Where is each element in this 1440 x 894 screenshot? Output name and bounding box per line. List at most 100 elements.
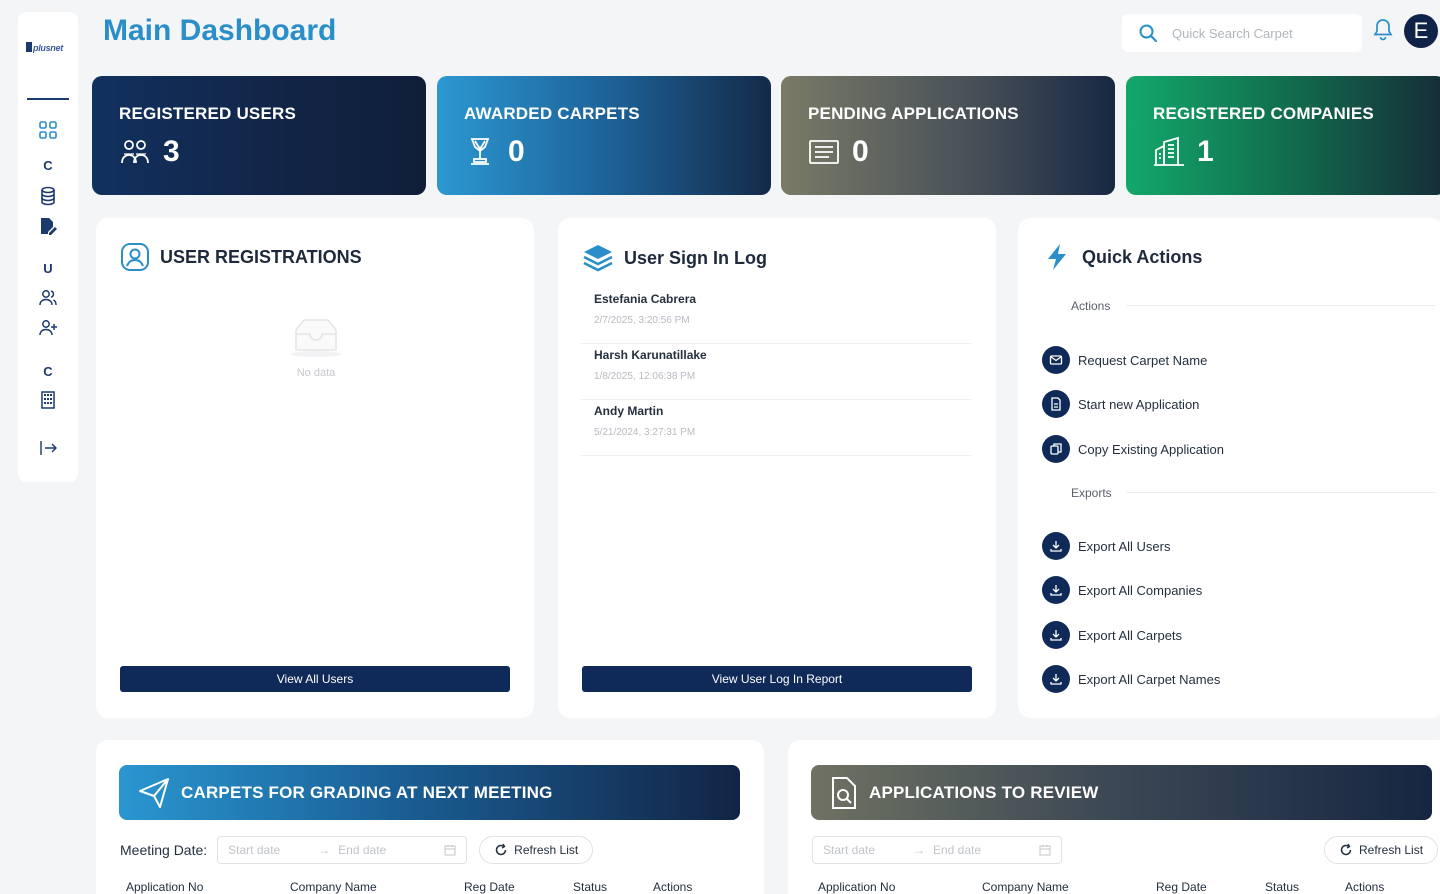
- app-logo[interactable]: plusnet: [26, 42, 63, 53]
- column-header[interactable]: Company Name: [290, 880, 377, 894]
- sidebar-item-add-user[interactable]: [18, 318, 78, 343]
- logout-icon: [40, 441, 57, 455]
- file-edit-icon: [41, 218, 57, 235]
- start-date-input[interactable]: Start date: [228, 843, 318, 857]
- sign-in-log-list: Estefania Cabrera 2/7/2025, 3:20:56 PM H…: [580, 288, 972, 456]
- filter-bar: Meeting Date: Start date → End date Refr…: [120, 836, 594, 864]
- log-user-name: Estefania Cabrera: [594, 292, 697, 306]
- export-all-users-action[interactable]: Export All Users: [1042, 532, 1170, 560]
- export-all-companies-action[interactable]: Export All Companies: [1042, 576, 1202, 604]
- column-header[interactable]: Status: [573, 880, 607, 894]
- users-icon: [39, 290, 57, 306]
- download-icon: [1042, 576, 1070, 604]
- exports-section-header: Exports: [1046, 484, 1436, 502]
- calendar-icon: [1039, 845, 1051, 856]
- date-range-picker[interactable]: Start date → End date: [217, 836, 468, 864]
- stat-value: 3: [163, 135, 180, 168]
- copy-existing-application-action[interactable]: Copy Existing Application: [1042, 435, 1224, 463]
- panel-title: USER REGISTRATIONS: [160, 246, 362, 267]
- column-header[interactable]: Company Name: [982, 880, 1069, 894]
- filter-bar: Start date → End date Refresh List: [812, 836, 1439, 864]
- document-icon: [809, 140, 839, 164]
- stat-value: 1: [1197, 135, 1214, 168]
- meeting-date-label: Meeting Date:: [120, 842, 208, 858]
- stat-card-awarded-carpets[interactable]: AWARDED CARPETS 0: [437, 76, 771, 195]
- section-label: Actions: [1071, 299, 1111, 313]
- database-icon: [41, 186, 55, 206]
- sidebar-section-letter: U: [43, 261, 53, 276]
- sidebar-section-letter: C: [43, 364, 53, 379]
- export-all-carpet-names-action[interactable]: Export All Carpet Names: [1042, 665, 1220, 693]
- stat-value: 0: [852, 135, 869, 168]
- quick-search[interactable]: [1122, 14, 1362, 52]
- start-date-input[interactable]: Start date: [823, 843, 913, 857]
- quick-actions-panel: Quick Actions Actions Request Carpet Nam…: [1018, 218, 1440, 718]
- table-header: Application No Company Name Reg Date Sta…: [126, 880, 746, 894]
- stat-label: REGISTERED COMPANIES: [1153, 104, 1374, 123]
- arrow-right-icon: →: [318, 843, 331, 857]
- bell-icon[interactable]: [1372, 17, 1394, 41]
- sidebar-item-documents[interactable]: [18, 216, 78, 241]
- search-input[interactable]: [1172, 22, 1352, 44]
- envelope-icon: [1042, 346, 1070, 374]
- view-all-users-button[interactable]: View All Users: [120, 666, 510, 692]
- sidebar-item-companies[interactable]: [18, 390, 78, 415]
- building-icon: [41, 391, 55, 409]
- view-user-log-report-button[interactable]: View User Log In Report: [582, 666, 972, 692]
- sidebar-item-users[interactable]: [18, 288, 78, 313]
- refresh-icon: [495, 843, 507, 856]
- avatar[interactable]: E: [1404, 14, 1438, 48]
- section-label: Exports: [1071, 486, 1112, 500]
- inbox-icon: [290, 319, 342, 357]
- search-icon[interactable]: [1138, 23, 1158, 43]
- download-icon: [1042, 532, 1070, 560]
- carpets-for-grading-panel: CARPETS FOR GRADING AT NEXT MEETING Meet…: [96, 740, 764, 894]
- column-header[interactable]: Application No: [126, 880, 203, 894]
- date-range-picker[interactable]: Start date → End date: [812, 836, 1062, 864]
- download-icon: [1042, 621, 1070, 649]
- sidebar-item-dashboard[interactable]: [18, 120, 78, 145]
- stat-card-registered-users[interactable]: REGISTERED USERS 3: [92, 76, 426, 195]
- column-header[interactable]: Reg Date: [464, 880, 515, 894]
- calendar-icon: [444, 845, 456, 856]
- building-icon: [1154, 136, 1184, 166]
- file-search-icon: [832, 776, 856, 809]
- column-header[interactable]: Reg Date: [1156, 880, 1207, 894]
- export-label: Export All Carpet Names: [1078, 671, 1221, 687]
- sidebar-item-database[interactable]: [18, 186, 78, 211]
- log-timestamp: 5/21/2024, 3:27:31 PM: [594, 427, 696, 438]
- action-label: Request Carpet Name: [1078, 352, 1208, 368]
- export-all-carpets-action[interactable]: Export All Carpets: [1042, 621, 1182, 649]
- list-item: Estefania Cabrera 2/7/2025, 3:20:56 PM: [580, 288, 972, 344]
- refresh-list-button[interactable]: Refresh List: [1324, 836, 1439, 864]
- end-date-input[interactable]: End date: [338, 843, 444, 857]
- start-new-application-action[interactable]: Start new Application: [1042, 390, 1199, 418]
- panel-title: User Sign In Log: [624, 247, 768, 268]
- sidebar-item-logout[interactable]: [18, 438, 78, 463]
- end-date-input[interactable]: End date: [933, 843, 1039, 857]
- send-icon: [139, 777, 169, 808]
- export-label: Export All Users: [1078, 538, 1171, 554]
- column-header[interactable]: Status: [1265, 880, 1299, 894]
- arrow-right-icon: →: [913, 843, 925, 857]
- column-header[interactable]: Actions: [653, 880, 692, 894]
- list-item: Andy Martin 5/21/2024, 3:27:31 PM: [580, 400, 972, 456]
- column-header[interactable]: Application No: [818, 880, 895, 894]
- file-add-icon: [1042, 390, 1070, 418]
- user-circle-icon: [121, 243, 149, 271]
- lightning-icon: [1048, 244, 1066, 270]
- refresh-label: Refresh List: [1359, 843, 1424, 857]
- stat-card-pending-applications[interactable]: PENDING APPLICATIONS 0: [781, 76, 1115, 195]
- stat-card-registered-companies[interactable]: REGISTERED COMPANIES 1: [1126, 76, 1440, 195]
- refresh-list-button[interactable]: Refresh List: [479, 836, 594, 864]
- page-title: Main Dashboard: [103, 14, 337, 47]
- panel-title: CARPETS FOR GRADING AT NEXT MEETING: [181, 782, 553, 802]
- stat-label: REGISTERED USERS: [119, 104, 297, 123]
- divider: [1126, 492, 1436, 493]
- applications-to-review-panel: APPLICATIONS TO REVIEW Start date → End …: [788, 740, 1440, 894]
- empty-state-text: No data: [296, 367, 336, 379]
- request-carpet-name-action[interactable]: Request Carpet Name: [1042, 346, 1207, 374]
- sidebar-divider: [27, 98, 69, 100]
- user-sign-in-log-panel: User Sign In Log Estefania Cabrera 2/7/2…: [558, 218, 996, 718]
- column-header[interactable]: Actions: [1345, 880, 1384, 894]
